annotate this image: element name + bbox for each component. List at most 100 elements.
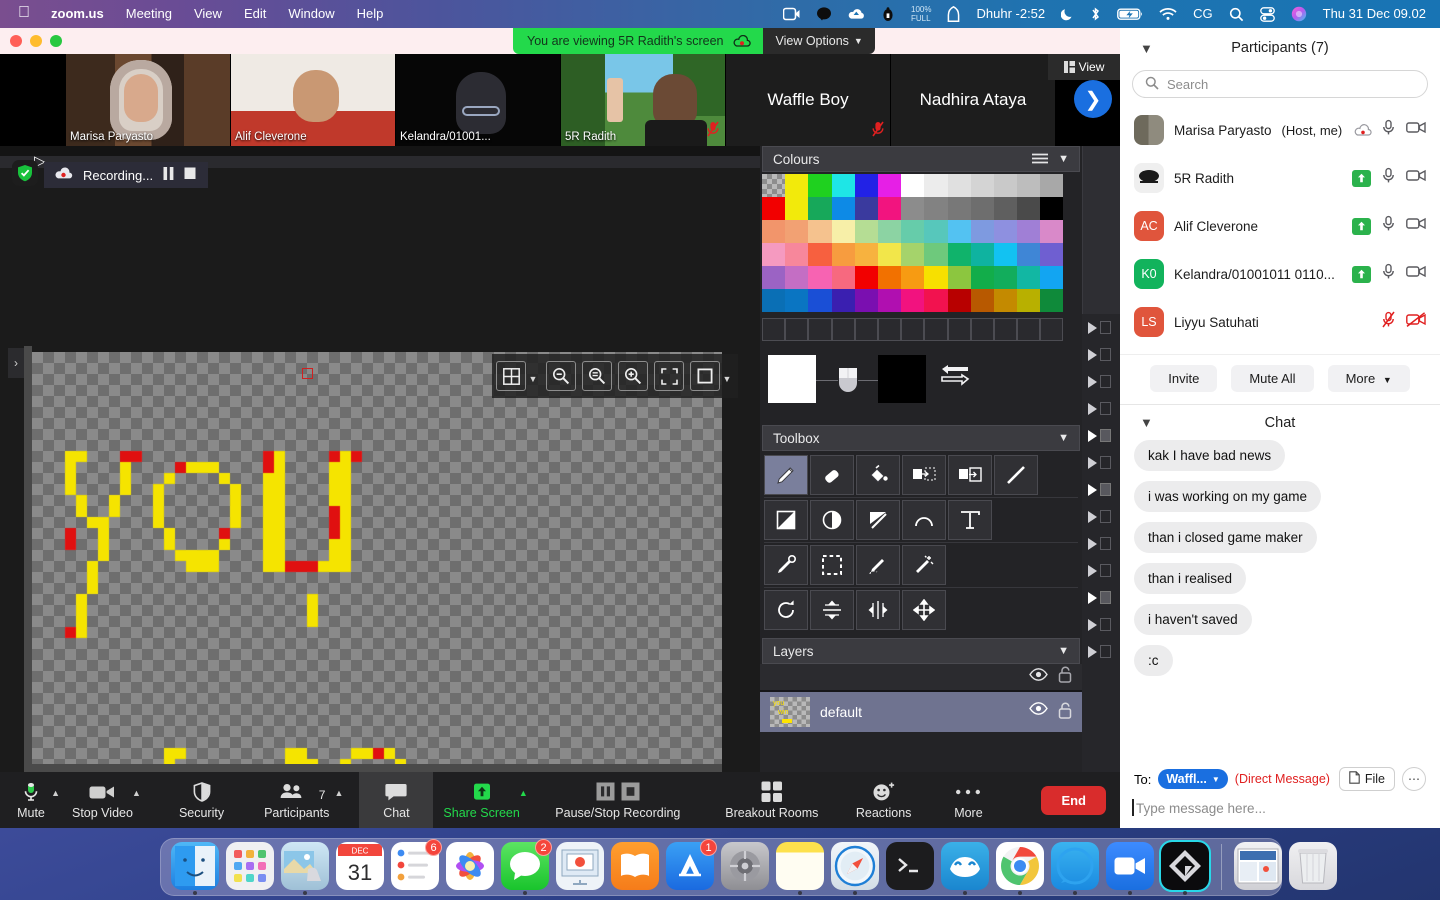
mic-icon[interactable] (1381, 167, 1396, 189)
menu-item-window[interactable]: Window (277, 0, 345, 28)
pause-icon[interactable] (163, 167, 174, 183)
rectangle-tool[interactable] (764, 500, 808, 540)
more-button[interactable]: More (937, 772, 999, 828)
frame-thumbnail[interactable] (1100, 402, 1111, 415)
control-center-icon[interactable] (1252, 6, 1283, 22)
colour-swatch[interactable] (947, 266, 971, 289)
menu-item-view[interactable]: View (183, 0, 233, 28)
apple-icon[interactable]:  (10, 0, 40, 29)
wifi-icon[interactable] (1151, 7, 1185, 21)
hamburger-icon[interactable] (1032, 152, 1049, 167)
play-icon[interactable] (1088, 402, 1097, 415)
search-icon[interactable] (1221, 7, 1252, 22)
dock-item-books[interactable] (611, 842, 659, 890)
frame-thumbnail[interactable] (1100, 645, 1111, 658)
colour-swatch[interactable] (877, 197, 902, 220)
colour-swatch[interactable] (877, 266, 902, 289)
dock-item-downloads-stack[interactable] (1234, 842, 1282, 890)
participant-row[interactable]: AC Alif Cleverone (1120, 202, 1440, 250)
canvas-bottom-scrollbar[interactable] (32, 764, 722, 772)
colour-swatch-empty[interactable] (785, 318, 809, 341)
colour-swatch[interactable] (854, 266, 878, 289)
menu-item-help[interactable]: Help (346, 0, 395, 28)
colour-swatch[interactable] (924, 266, 948, 289)
colour-swatch[interactable] (831, 289, 855, 312)
view-layout-button[interactable]: View (1048, 54, 1120, 80)
video-tile-kelandra[interactable]: Kelandra/01001... (396, 54, 560, 146)
background-colour-swatch[interactable] (878, 355, 926, 403)
colour-swatch[interactable] (993, 197, 1018, 220)
colour-swatch[interactable] (808, 174, 832, 197)
colour-swatch[interactable] (831, 197, 855, 220)
minimize-button[interactable] (30, 35, 42, 47)
chat-message-list[interactable]: kak I have bad news i was working on my g… (1120, 440, 1440, 761)
colour-swatch[interactable] (831, 220, 855, 243)
participant-row[interactable]: Marisa Paryasto (Host, me) (1120, 106, 1440, 154)
colour-swatch[interactable] (877, 220, 902, 243)
video-tile-nadhira[interactable]: Nadhira Ataya (891, 54, 1055, 146)
prayer-countdown-label[interactable]: Dhuhr -2:52 (968, 0, 1053, 28)
grid-icon[interactable] (496, 361, 526, 391)
participants-list[interactable]: Marisa Paryasto (Host, me) 5R Radith AC Alif… (1120, 106, 1440, 354)
colour-swatch[interactable] (1017, 243, 1041, 266)
colour-swatch-empty[interactable] (808, 318, 832, 341)
colour-swatch-empty[interactable] (1017, 318, 1041, 341)
colour-swatch[interactable] (808, 220, 832, 243)
colour-swatch[interactable] (1017, 220, 1041, 243)
chat-message-input[interactable]: Type message here... (1120, 795, 1440, 828)
pixel-art-drawing[interactable] (32, 352, 722, 828)
rail-frame-item[interactable] (1082, 638, 1120, 665)
frame-thumbnail[interactable] (1100, 618, 1111, 631)
chevron-down-icon[interactable]: ▼ (526, 361, 540, 391)
colour-swatch[interactable] (924, 289, 948, 312)
play-icon[interactable] (1088, 483, 1097, 496)
battery-charging-icon[interactable] (1109, 7, 1151, 21)
colour-swatch[interactable] (1017, 266, 1041, 289)
play-icon[interactable] (1088, 510, 1097, 523)
participant-row[interactable]: 5R Radith (1120, 154, 1440, 202)
colours-panel-header[interactable]: Colours ▼ (762, 146, 1080, 172)
colour-swatch[interactable] (993, 289, 1018, 312)
frame-thumbnail[interactable] (1100, 537, 1111, 550)
colour-swatch[interactable] (854, 243, 878, 266)
play-icon[interactable] (1088, 321, 1097, 334)
screen-record-icon[interactable] (775, 7, 808, 21)
colour-swatch[interactable] (993, 266, 1018, 289)
canvas-size-group[interactable]: ▼ (690, 361, 734, 391)
colour-swatch[interactable] (1040, 220, 1064, 243)
dock-item-messages[interactable]: 2 (501, 839, 552, 895)
colour-swatch[interactable] (785, 243, 809, 266)
ellipse-tool[interactable] (810, 500, 854, 540)
grid-toggle-group[interactable]: ▼ (496, 361, 540, 391)
play-icon[interactable] (1088, 564, 1097, 577)
chevron-up-icon[interactable]: ▲ (132, 788, 141, 798)
colour-swatch-empty[interactable] (947, 318, 971, 341)
dock-item-keynote[interactable] (556, 842, 604, 890)
colour-swatch[interactable] (1040, 174, 1064, 197)
colour-swatch[interactable] (993, 174, 1018, 197)
colour-swatch[interactable] (762, 197, 786, 220)
camera-off-icon[interactable] (1406, 312, 1426, 332)
share-screen-button[interactable]: Share Screen ▲ (433, 772, 529, 828)
dock-item-system-preferences[interactable] (721, 842, 769, 890)
chevron-up-icon[interactable]: ▲ (519, 788, 528, 798)
dock-item-trash[interactable] (1289, 842, 1337, 890)
frame-thumbnail[interactable] (1100, 483, 1111, 496)
magic-wand-tool[interactable] (902, 545, 946, 585)
colour-swatch[interactable] (877, 174, 902, 197)
video-tile-marisa[interactable]: Marisa Paryasto (66, 54, 230, 146)
colour-swatch[interactable] (785, 266, 809, 289)
colour-swatch[interactable] (808, 197, 832, 220)
colour-swatch[interactable] (901, 174, 925, 197)
colour-swatch[interactable] (762, 243, 786, 266)
chat-more-options-button[interactable]: ⋯ (1402, 767, 1426, 791)
colour-swatch[interactable] (785, 220, 809, 243)
play-icon[interactable] (1088, 348, 1097, 361)
colour-swatch[interactable] (970, 197, 994, 220)
frame-thumbnail[interactable] (1100, 510, 1111, 523)
colour-swatch[interactable] (993, 220, 1018, 243)
colour-swatch[interactable] (854, 197, 878, 220)
colour-swatch[interactable] (901, 220, 925, 243)
paste-tool[interactable] (948, 455, 992, 495)
dock-item-calendar[interactable]: DEC 31 (336, 842, 384, 890)
